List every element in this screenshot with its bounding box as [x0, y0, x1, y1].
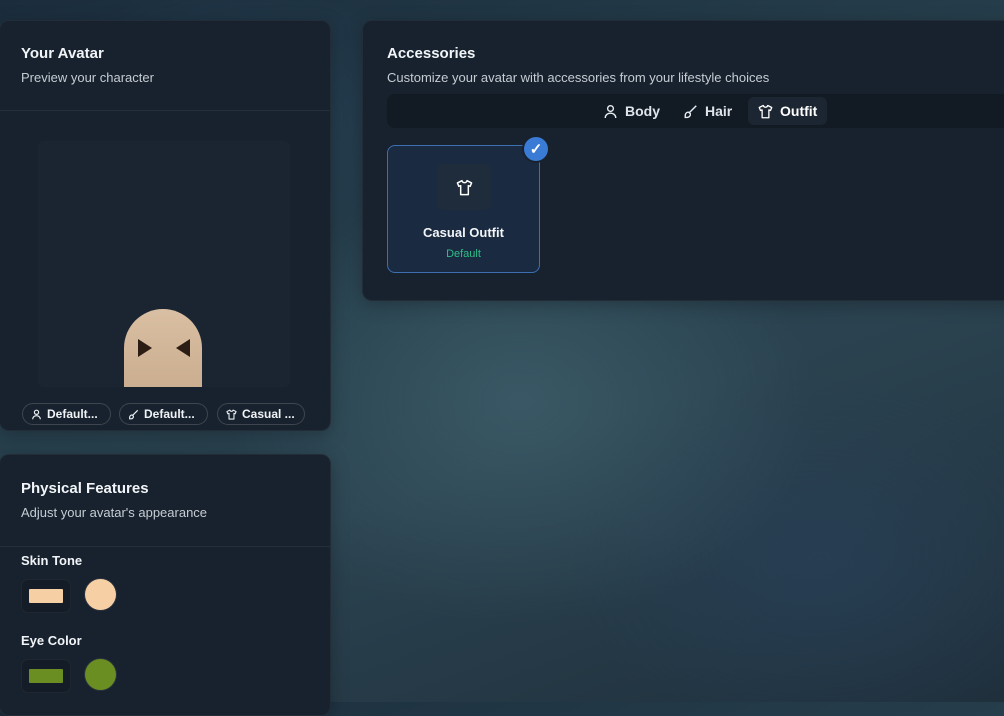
tab-hair-label: Hair	[705, 103, 733, 119]
accessories-card-title: Accessories	[387, 45, 476, 62]
accessories-card: Accessories Customize your avatar with a…	[362, 20, 1004, 301]
shirt-icon	[226, 409, 237, 420]
tab-body-label: Body	[625, 103, 660, 119]
person-icon	[32, 409, 41, 419]
tab-outfit[interactable]: Outfit	[748, 97, 828, 125]
hair-chip-label: Default...	[144, 407, 195, 421]
physical-card-title: Physical Features	[21, 480, 149, 497]
tab-outfit-label: Outfit	[780, 103, 818, 119]
selected-check-icon: ✓	[524, 137, 548, 161]
skin-tone-label: Skin Tone	[21, 553, 83, 568]
avatar-figure	[124, 309, 202, 387]
eye-color-picker-button[interactable]	[21, 659, 71, 693]
eye-color-swatch	[29, 669, 63, 683]
brush-icon	[684, 104, 697, 118]
body-chip-label: Default...	[47, 407, 98, 421]
physical-card-subtitle: Adjust your avatar's appearance	[21, 505, 208, 520]
avatar-card-subtitle: Preview your character	[21, 70, 154, 85]
eye-color-label: Eye Color	[21, 633, 82, 648]
body-selection-chip[interactable]: Default...	[22, 403, 111, 425]
avatar-card-divider	[0, 110, 330, 111]
avatar-preview-card: Your Avatar Preview your character Defau…	[0, 20, 331, 431]
avatar-right-eye	[176, 339, 190, 357]
avatar-left-eye	[138, 339, 152, 357]
hair-selection-chip[interactable]: Default...	[119, 403, 208, 425]
tab-body[interactable]: Body	[593, 97, 670, 125]
avatar-preview-canvas	[38, 141, 290, 387]
brush-icon	[129, 409, 139, 419]
skin-tone-picker-button[interactable]	[21, 579, 71, 613]
skin-tone-preview	[85, 579, 116, 610]
outfit-selection-chip[interactable]: Casual ...	[217, 403, 305, 425]
accessory-category-tabs: Body Hair Outfit	[387, 94, 1004, 128]
outfit-chip-label: Casual ...	[242, 407, 295, 421]
skin-tone-swatch	[29, 589, 63, 603]
item-icon-box	[437, 164, 491, 210]
physical-features-card: Physical Features Adjust your avatar's a…	[0, 454, 331, 716]
shirt-icon	[456, 179, 472, 195]
physical-card-divider	[0, 546, 330, 547]
shirt-icon	[758, 104, 773, 118]
person-icon	[604, 104, 617, 118]
accessories-card-subtitle: Customize your avatar with accessories f…	[387, 70, 770, 85]
eye-color-preview	[85, 659, 116, 690]
item-name: Casual Outfit	[423, 225, 504, 240]
item-status-badge: Default	[446, 248, 481, 260]
tab-hair[interactable]: Hair	[673, 97, 742, 125]
avatar-card-title: Your Avatar	[21, 45, 104, 62]
casual-outfit-item-card[interactable]: Casual Outfit Default	[387, 145, 540, 273]
